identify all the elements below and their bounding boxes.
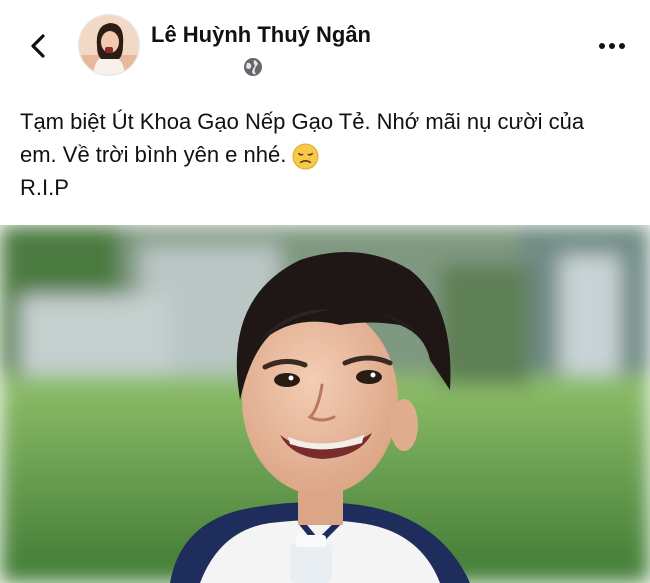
- more-options-button[interactable]: [592, 30, 632, 62]
- post-photo[interactable]: [0, 225, 650, 583]
- more-horizontal-icon: [599, 43, 625, 49]
- post-text-line-3: R.I.P: [20, 175, 69, 200]
- post-text-line-2: em. Về trời bình yên e nhé.: [20, 142, 287, 167]
- chevron-left-icon: [31, 34, 45, 58]
- back-button[interactable]: [20, 28, 56, 64]
- post-header: Lê Huỳnh Thuý Ngân: [0, 0, 650, 92]
- post-text: Tạm biệt Út Khoa Gạo Nếp Gạo Tẻ. Nhớ mãi…: [20, 105, 640, 204]
- post-text-line-1: Tạm biệt Út Khoa Gạo Nếp Gạo Tẻ. Nhớ mãi…: [20, 109, 585, 134]
- globe-icon[interactable]: [243, 57, 263, 77]
- post-text-line-2-wrap: em. Về trời bình yên e nhé.: [20, 138, 640, 171]
- avatar-photo: [79, 15, 139, 75]
- author-name[interactable]: Lê Huỳnh Thuý Ngân: [151, 22, 371, 48]
- boy-smiling-photo: [0, 225, 650, 583]
- disappointed-face-icon: [292, 143, 319, 170]
- avatar[interactable]: [78, 14, 140, 76]
